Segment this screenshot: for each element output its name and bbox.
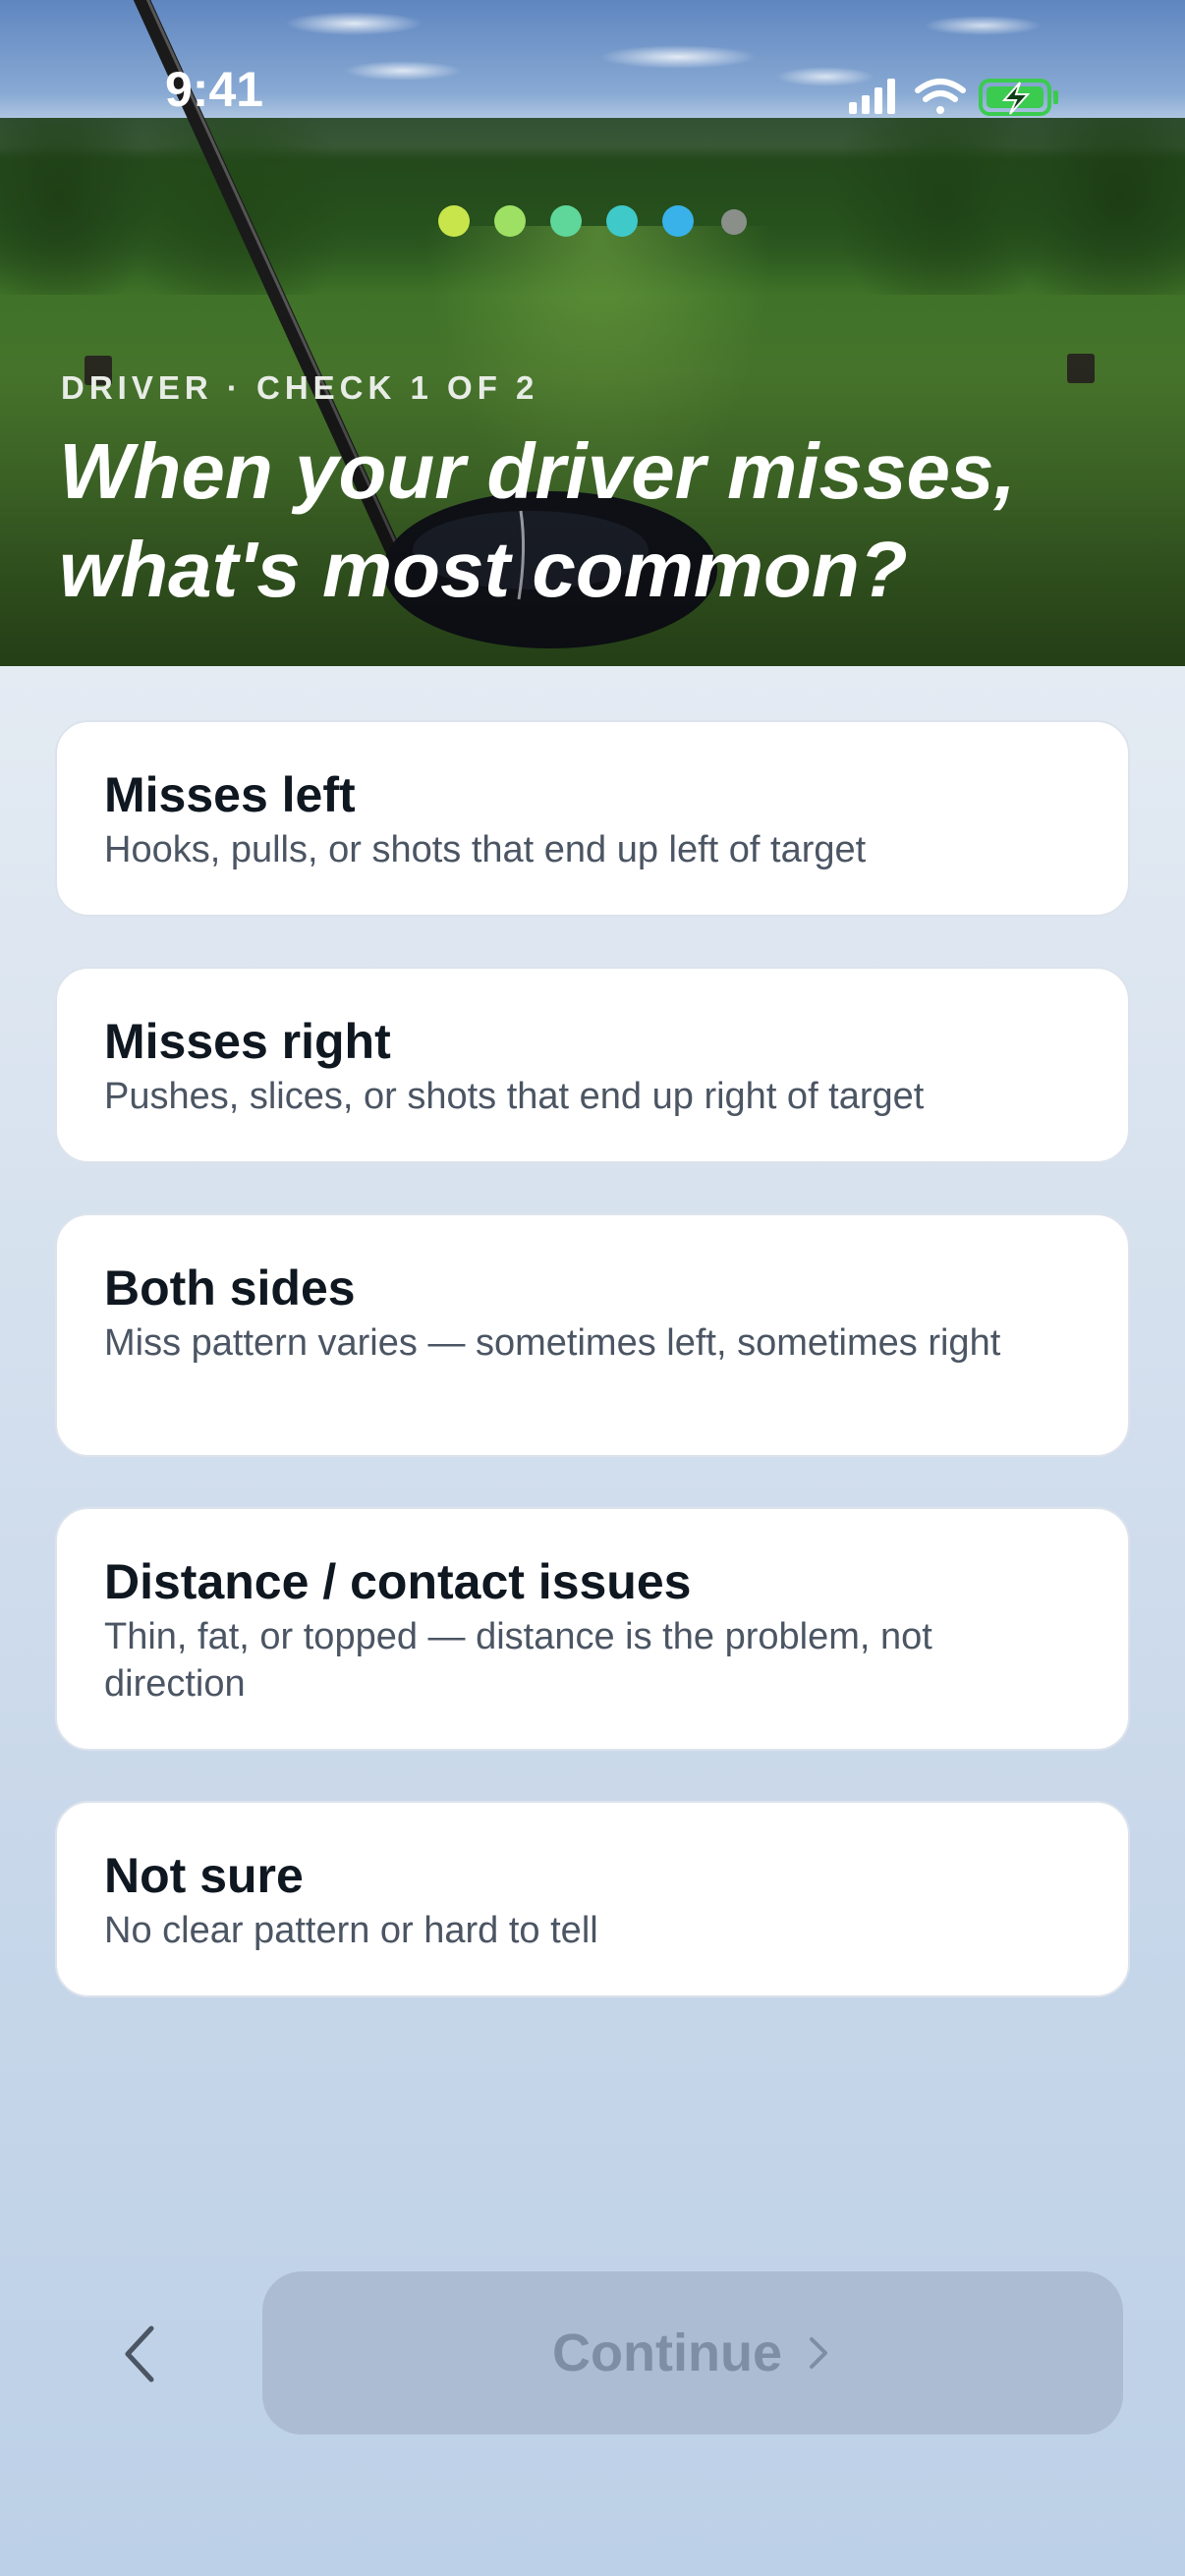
continue-label: Continue [552, 2324, 782, 2382]
option-title: Misses right [104, 1014, 391, 1069]
option-both-sides[interactable]: Both sides Miss pattern varies — sometim… [55, 1213, 1130, 1457]
option-misses-right[interactable]: Misses right Pushes, slices, or shots th… [55, 967, 1130, 1163]
option-title: Distance / contact issues [104, 1554, 692, 1609]
option-description: Hooks, pulls, or shots that end up left … [104, 829, 867, 870]
progress-dots [438, 205, 753, 241]
option-description: Thin, fat, or topped — distance is the p… [104, 1616, 932, 1705]
progress-dot [550, 205, 582, 237]
back-button[interactable] [102, 2315, 181, 2393]
signal-icon [849, 79, 895, 114]
option-distance-contact[interactable]: Distance / contact issues Thin, fat, or … [55, 1507, 1130, 1751]
progress-dot [494, 205, 526, 237]
progress-dot [606, 205, 638, 237]
option-not-sure[interactable]: Not sure No clear pattern or hard to tel… [55, 1801, 1130, 1997]
section-eyebrow: DRIVER · CHECK 1 OF 2 [61, 369, 539, 406]
progress-dot [662, 205, 694, 237]
option-description: Miss pattern varies — sometimes left, so… [104, 1322, 1001, 1364]
status-icons [849, 79, 1058, 116]
option-description: No clear pattern or hard to tell [104, 1910, 598, 1951]
chevron-right-icon [809, 2337, 827, 2369]
continue-button[interactable]: Continue [262, 2271, 1123, 2435]
progress-dot [721, 209, 747, 235]
question-headline: When your driver misses, what's most com… [59, 427, 1016, 613]
wifi-icon [915, 79, 966, 114]
battery-charging-icon [979, 79, 1058, 116]
option-title: Both sides [104, 1260, 356, 1316]
progress-dot [438, 205, 470, 237]
hero-image: 9:41 DRIVER · CHECK 1 OF 2 When your dri… [0, 0, 1185, 666]
option-misses-left[interactable]: Misses left Hooks, pulls, or shots that … [55, 720, 1130, 917]
option-title: Misses left [104, 767, 356, 822]
option-title: Not sure [104, 1848, 304, 1903]
status-time: 9:41 [165, 62, 264, 117]
chevron-left-icon [125, 2325, 154, 2382]
option-description: Pushes, slices, or shots that end up rig… [104, 1076, 925, 1117]
